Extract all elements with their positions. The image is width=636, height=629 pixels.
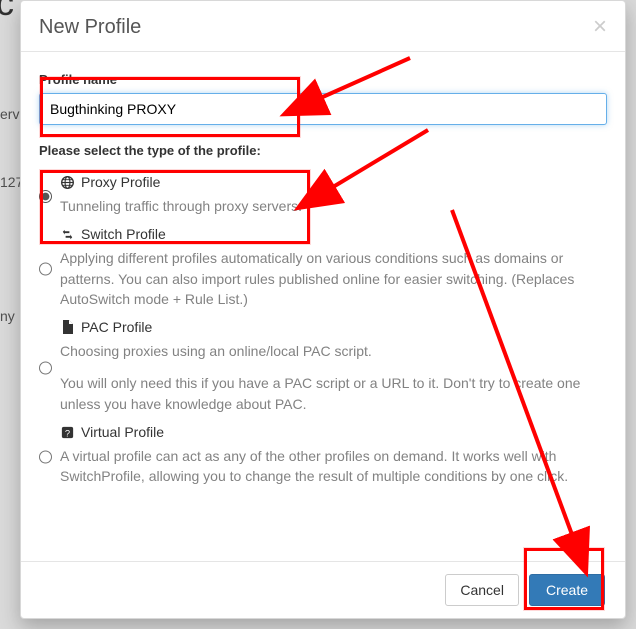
option-title: Switch Profile bbox=[81, 226, 166, 242]
radio-proxy[interactable] bbox=[39, 177, 52, 216]
question-badge-icon: ? bbox=[60, 425, 75, 440]
profile-type-options: Proxy Profile Tunneling traffic through … bbox=[39, 164, 607, 487]
profile-type-label: Please select the type of the profile: bbox=[39, 143, 607, 158]
file-icon bbox=[60, 320, 75, 335]
option-desc: Applying different profiles automaticall… bbox=[60, 248, 607, 309]
option-desc: A virtual profile can act as any of the … bbox=[60, 446, 607, 487]
profile-name-label: Profile name bbox=[39, 72, 607, 87]
option-pac-profile[interactable]: PAC Profile Choosing proxies using an on… bbox=[39, 309, 607, 414]
option-body: Switch Profile Applying different profil… bbox=[60, 226, 607, 309]
profile-name-input[interactable] bbox=[39, 93, 607, 125]
dialog-header: New Profile × bbox=[21, 1, 625, 52]
profile-name-wrap bbox=[39, 93, 607, 125]
radio-switch[interactable] bbox=[39, 229, 52, 309]
option-body: ? Virtual Profile A virtual profile can … bbox=[60, 424, 607, 487]
option-title: Virtual Profile bbox=[81, 424, 164, 440]
option-desc: Tunneling traffic through proxy servers. bbox=[60, 196, 607, 216]
option-proxy-profile[interactable]: Proxy Profile Tunneling traffic through … bbox=[39, 164, 607, 216]
create-button[interactable]: Create bbox=[529, 574, 605, 606]
dialog-footer: Cancel Create bbox=[21, 561, 625, 618]
close-icon[interactable]: × bbox=[593, 15, 607, 39]
retweet-icon bbox=[60, 227, 75, 242]
cancel-button[interactable]: Cancel bbox=[445, 574, 519, 606]
globe-icon bbox=[60, 175, 75, 190]
option-switch-profile[interactable]: Switch Profile Applying different profil… bbox=[39, 216, 607, 309]
option-title: Proxy Profile bbox=[81, 174, 160, 190]
dialog-body: Profile name Please select the type of t… bbox=[21, 52, 625, 561]
option-virtual-profile[interactable]: ? Virtual Profile A virtual profile can … bbox=[39, 414, 607, 487]
option-desc-2: You will only need this if you have a PA… bbox=[60, 373, 607, 414]
option-body: PAC Profile Choosing proxies using an on… bbox=[60, 319, 607, 414]
option-desc: Choosing proxies using an online/local P… bbox=[60, 341, 607, 361]
radio-pac[interactable] bbox=[39, 322, 52, 414]
svg-text:?: ? bbox=[65, 428, 70, 438]
new-profile-dialog: New Profile × Profile name Please select… bbox=[20, 0, 626, 619]
option-title: PAC Profile bbox=[81, 319, 152, 335]
radio-virtual[interactable] bbox=[39, 427, 52, 487]
dialog-title: New Profile bbox=[39, 16, 141, 39]
option-body: Proxy Profile Tunneling traffic through … bbox=[60, 174, 607, 216]
